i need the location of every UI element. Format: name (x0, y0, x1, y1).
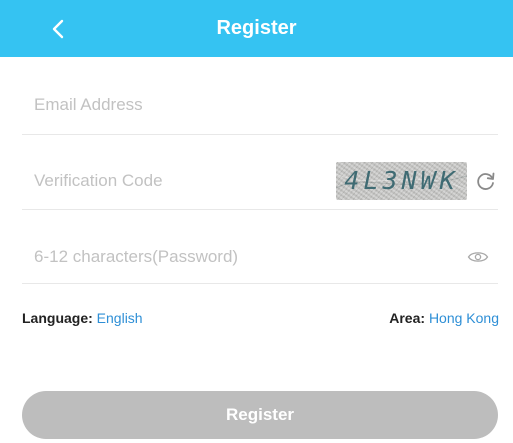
language-setting: Language: English (22, 309, 143, 327)
password-visibility-toggle[interactable] (462, 243, 494, 271)
refresh-icon (477, 172, 495, 190)
language-link[interactable]: English (97, 310, 143, 326)
verification-divider (22, 209, 498, 210)
verification-code-input[interactable] (22, 151, 334, 211)
register-screen: Register 4L3NWK Language: English (0, 0, 513, 443)
refresh-captcha-button[interactable] (471, 166, 501, 196)
area-label: Area: (389, 310, 426, 326)
back-button[interactable] (36, 8, 80, 50)
password-input[interactable] (22, 227, 334, 287)
password-divider (22, 283, 498, 284)
password-field-row (22, 227, 497, 287)
register-button[interactable]: Register (22, 391, 498, 439)
email-field-row (22, 75, 497, 135)
email-input[interactable] (22, 75, 334, 135)
captcha-text: 4L3NWK (344, 166, 459, 195)
area-setting: Area: Hong Kong (389, 309, 499, 327)
area-link[interactable]: Hong Kong (429, 310, 499, 326)
language-label: Language: (22, 310, 93, 326)
eye-icon (467, 252, 489, 262)
chevron-left-icon (52, 19, 64, 39)
email-divider (22, 134, 498, 135)
app-header: Register (0, 0, 513, 57)
captcha-image[interactable]: 4L3NWK (336, 162, 467, 200)
